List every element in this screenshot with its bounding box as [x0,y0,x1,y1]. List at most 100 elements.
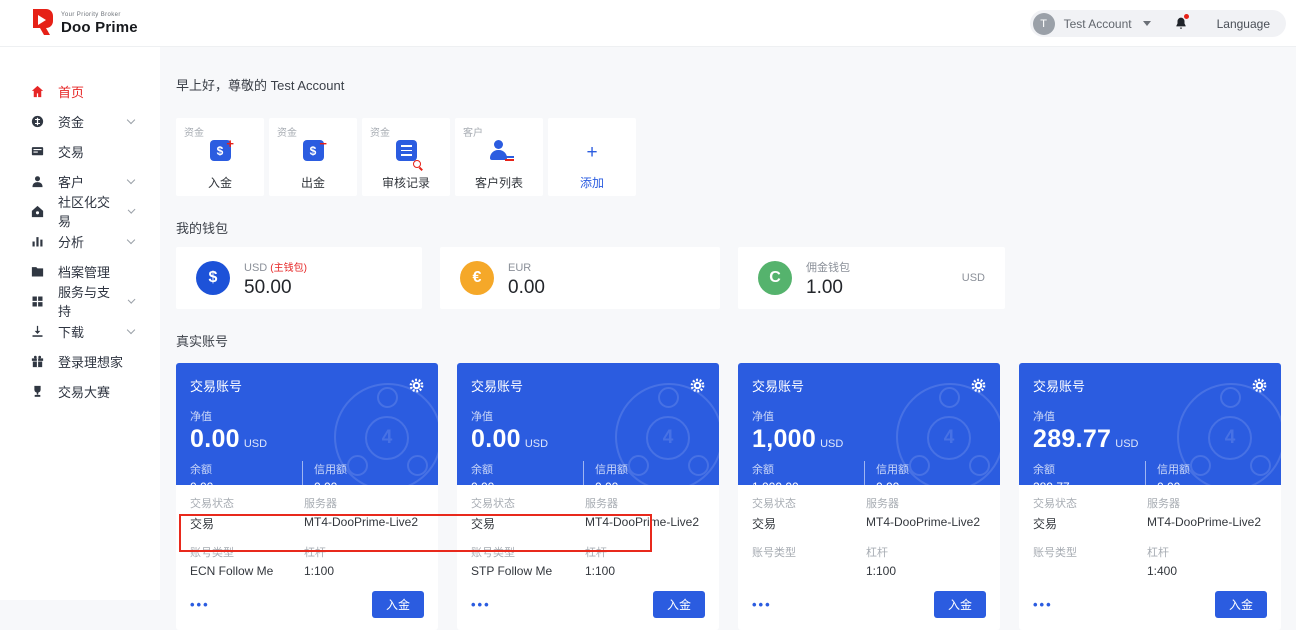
wallet-section-title: 我的钱包 [176,218,1296,237]
deposit-button[interactable]: 入金 [653,591,705,618]
wallet-card-usd: $ USD(主钱包) 50.00 [176,247,422,309]
account-card-title: 交易账号 [752,376,804,395]
account-type-value [1033,564,1147,578]
divider [864,461,865,485]
deposit-icon: $ + [205,140,235,166]
equity-value: 289.77 [1033,425,1111,453]
gift-icon [30,354,45,369]
account-card-title: 交易账号 [1033,376,1085,395]
sidebar-item-support[interactable]: 服务与支持 [0,286,160,316]
equity-value: 0.00 [471,425,521,453]
language-button[interactable]: Language [1217,17,1270,31]
wallet-amount: 0.00 [508,277,545,299]
logo-brand: Doo Prime [61,19,138,36]
balance-value: 0.00 [190,480,300,485]
account-type-value: STP Follow Me [471,564,585,578]
user-menu-pill: T Test Account Language [1030,10,1286,37]
balance-value: 1,000.00 [752,480,862,485]
credit-value: 0.00 [595,480,705,485]
quick-action-deposit[interactable]: 资金 $ + 入金 [176,118,264,196]
user-name[interactable]: Test Account [1064,17,1132,31]
sidebar-item-trading[interactable]: 交易 [0,136,160,166]
deposit-button[interactable]: 入金 [934,591,986,618]
avatar[interactable]: T [1033,13,1055,35]
quick-action-withdraw[interactable]: 资金 $ − 出金 [269,118,357,196]
trophy-icon [30,384,45,399]
wallet-row: $ USD(主钱包) 50.00 € EUR 0.00 C 佣金钱包 1.00 … [176,247,1296,309]
balance-value: 289.77 [1033,480,1143,485]
balance-value: 0.00 [471,480,581,485]
trade-icon [30,144,45,159]
server-value: MT4-DooPrime-Live2 [304,515,424,529]
chevron-down-icon [127,235,135,243]
wallet-amount: 1.00 [806,277,850,299]
divider [302,461,303,485]
home-icon [30,84,45,99]
quick-action-add[interactable]: + 添加 [548,118,636,196]
quick-actions-row: 资金 $ + 入金 资金 $ − 出金 资金 审核记录 客户 [176,118,1296,196]
withdraw-icon: $ − [298,140,328,166]
sidebar-item-funds[interactable]: 资金 [0,106,160,136]
account-type-value [752,564,866,578]
add-icon: + [577,140,607,166]
sidebar: 首页 资金 交易 客户 社区化交易 分析 档案管理 服务与支持 下载 [0,47,160,600]
quick-action-client-list[interactable]: 客户 客户列表 [455,118,543,196]
trade-status-value: 交易 [1033,515,1147,532]
clients-icon [30,174,45,189]
account-card-2: 交易账号 净值 0.00USD 余额0.00 信用额0.00 4 交易状态交易 … [457,363,719,630]
more-button[interactable]: ••• [752,597,772,612]
chevron-down-icon [127,205,135,213]
more-button[interactable]: ••• [471,597,491,612]
gear-icon[interactable] [971,378,986,393]
account-type-value: ECN Follow Me [190,564,304,578]
chevron-down-icon [127,175,135,183]
magnifier-icon [413,160,421,168]
gear-icon[interactable] [1252,378,1267,393]
notifications-bell-icon[interactable] [1174,16,1188,31]
usd-coin-icon: $ [196,261,230,295]
server-value: MT4-DooPrime-Live2 [866,515,986,529]
deposit-button[interactable]: 入金 [1215,591,1267,618]
sidebar-item-intrade[interactable]: 登录理想家 [0,346,160,376]
chevron-down-icon [127,115,135,123]
sidebar-item-home[interactable]: 首页 [0,76,160,106]
credit-value: 0.00 [314,480,424,485]
community-trading-icon [30,204,45,219]
top-bar: Your Priority Broker Doo Prime T Test Ac… [0,0,1296,47]
account-card-3: 交易账号 净值 1,000USD 余额1,000.00 信用额0.00 4 交易… [738,363,1000,630]
accounts-row: 交易账号 净值 0.00USD 余额0.00 信用额0.00 4 交易状态交易 … [176,363,1296,630]
quick-action-audit-records[interactable]: 资金 审核记录 [362,118,450,196]
brand-logo[interactable]: Your Priority Broker Doo Prime [30,8,138,36]
wallet-card-commission: C 佣金钱包 1.00 USD [738,247,1005,309]
logo-tagline: Your Priority Broker [61,12,138,18]
archive-icon [30,264,45,279]
divider [1145,461,1146,485]
equity-value: 0.00 [190,425,240,453]
notification-dot [1184,14,1189,19]
gear-icon[interactable] [690,378,705,393]
divider [583,461,584,485]
sidebar-item-trading-contest[interactable]: 交易大赛 [0,376,160,406]
credit-value: 0.00 [1157,480,1267,485]
account-card-1: 交易账号 净值 0.00USD 余额0.00 信用额0.00 4 交易状态交易 … [176,363,438,630]
gear-icon[interactable] [409,378,424,393]
sidebar-item-community-trading[interactable]: 社区化交易 [0,196,160,226]
audit-records-icon [391,140,421,166]
wallet-currency-suffix: USD [962,272,985,284]
account-card-4: 交易账号 净值 289.77USD 余额289.77 信用额0.00 4 交易状… [1019,363,1281,630]
deposit-button[interactable]: 入金 [372,591,424,618]
sidebar-item-analytics[interactable]: 分析 [0,226,160,256]
sidebar-item-download[interactable]: 下载 [0,316,160,346]
more-button[interactable]: ••• [1033,597,1053,612]
greeting-text: 早上好，尊敬的 Test Account [176,75,1296,94]
commission-coin-icon: C [758,261,792,295]
wallet-card-eur: € EUR 0.00 [440,247,720,309]
leverage-value: 1:100 [866,564,986,578]
server-value: MT4-DooPrime-Live2 [1147,515,1267,529]
support-icon [30,294,45,309]
download-icon [30,324,45,339]
chevron-down-icon[interactable] [1143,21,1151,26]
main-content: 早上好，尊敬的 Test Account 资金 $ + 入金 资金 $ − 出金… [160,47,1296,600]
account-card-title: 交易账号 [190,376,242,395]
more-button[interactable]: ••• [190,597,210,612]
